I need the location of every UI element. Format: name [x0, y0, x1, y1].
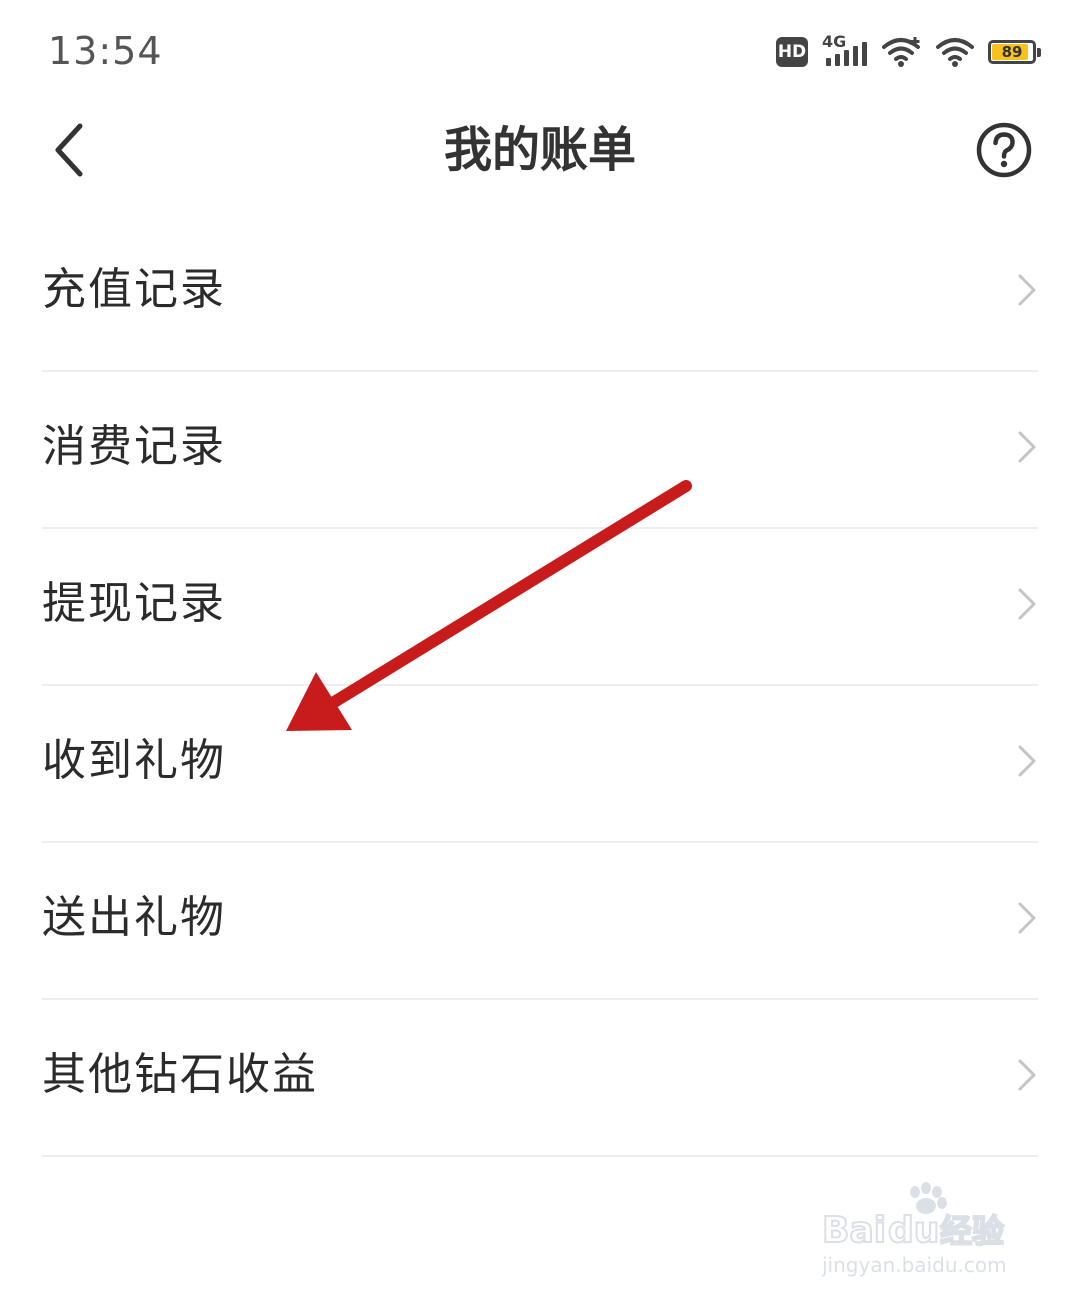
- menu-item-label: 消费记录: [42, 420, 226, 472]
- menu-item-label: 提现记录: [42, 577, 226, 629]
- menu-item-label: 收到礼物: [42, 734, 226, 786]
- chevron-right-icon: [1018, 274, 1036, 305]
- chevron-right-icon: [1018, 431, 1036, 462]
- chevron-right-icon: [1018, 745, 1036, 776]
- chevron-right-icon: [1018, 588, 1036, 619]
- status-time: 13:54: [48, 29, 163, 73]
- menu-item-sent-gifts[interactable]: 送出礼物: [42, 843, 1038, 1000]
- menu-item-consumption-records[interactable]: 消费记录: [42, 372, 1038, 529]
- wifi-plus-icon: [882, 36, 922, 68]
- battery-icon: 89: [988, 40, 1041, 64]
- signal-icon: 4G: [822, 32, 868, 70]
- chevron-right-icon: [1018, 902, 1036, 933]
- chevron-right-icon: [1018, 1059, 1036, 1090]
- baidu-watermark-logo: Bai du 经验 jingyan.baidu.com: [822, 1182, 1007, 1277]
- status-bar: 13:54 HD 4G 89: [0, 0, 1080, 100]
- help-button[interactable]: [974, 120, 1034, 180]
- svg-text:du: du: [888, 1210, 939, 1251]
- svg-text:Bai: Bai: [822, 1210, 886, 1251]
- menu-item-received-gifts[interactable]: 收到礼物: [42, 686, 1038, 843]
- page-title: 我的账单: [443, 122, 636, 178]
- menu-item-withdrawal-records[interactable]: 提现记录: [42, 529, 1038, 686]
- svg-text:经验: 经验: [940, 1212, 1004, 1250]
- wifi-icon: [936, 36, 974, 68]
- nav-bar: 我的账单: [0, 100, 1080, 200]
- hd-icon: HD: [776, 37, 808, 67]
- menu-item-recharge-records[interactable]: 充值记录: [42, 215, 1038, 372]
- menu-item-label: 充值记录: [42, 263, 226, 315]
- question-circle-icon: [976, 122, 1032, 178]
- menu-item-label: 其他钻石收益: [42, 1048, 318, 1100]
- status-icons: HD 4G 89: [776, 32, 1041, 72]
- bill-menu-list: 充值记录 消费记录 提现记录 收到礼物 送出礼物 其他钻石收益: [42, 215, 1038, 1157]
- menu-item-other-diamond-earnings[interactable]: 其他钻石收益: [42, 1000, 1038, 1157]
- battery-level: 89: [1001, 43, 1023, 61]
- svg-text:jingyan.baidu.com: jingyan.baidu.com: [822, 1253, 1007, 1277]
- menu-item-label: 送出礼物: [42, 891, 226, 943]
